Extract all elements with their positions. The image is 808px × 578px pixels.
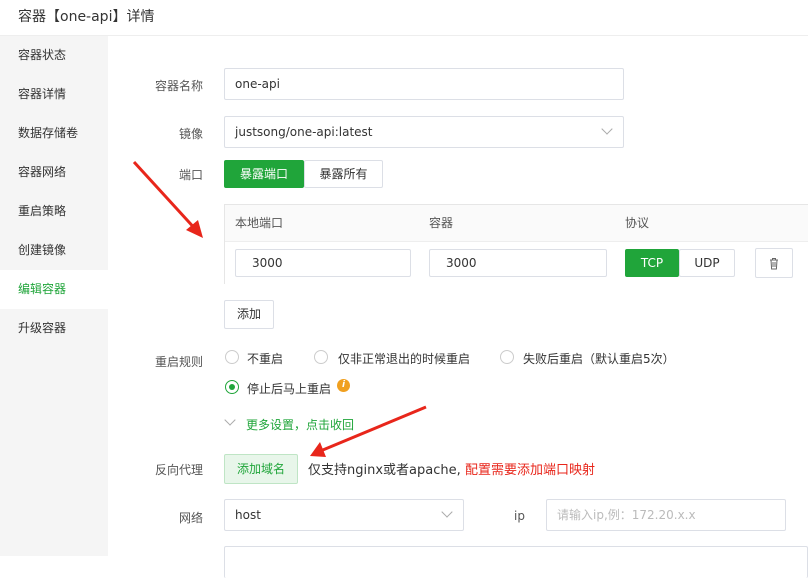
annotation-arrows [132, 160, 427, 457]
arrow-to-add-domain [317, 405, 427, 454]
arrow-to-port-table [132, 160, 200, 234]
